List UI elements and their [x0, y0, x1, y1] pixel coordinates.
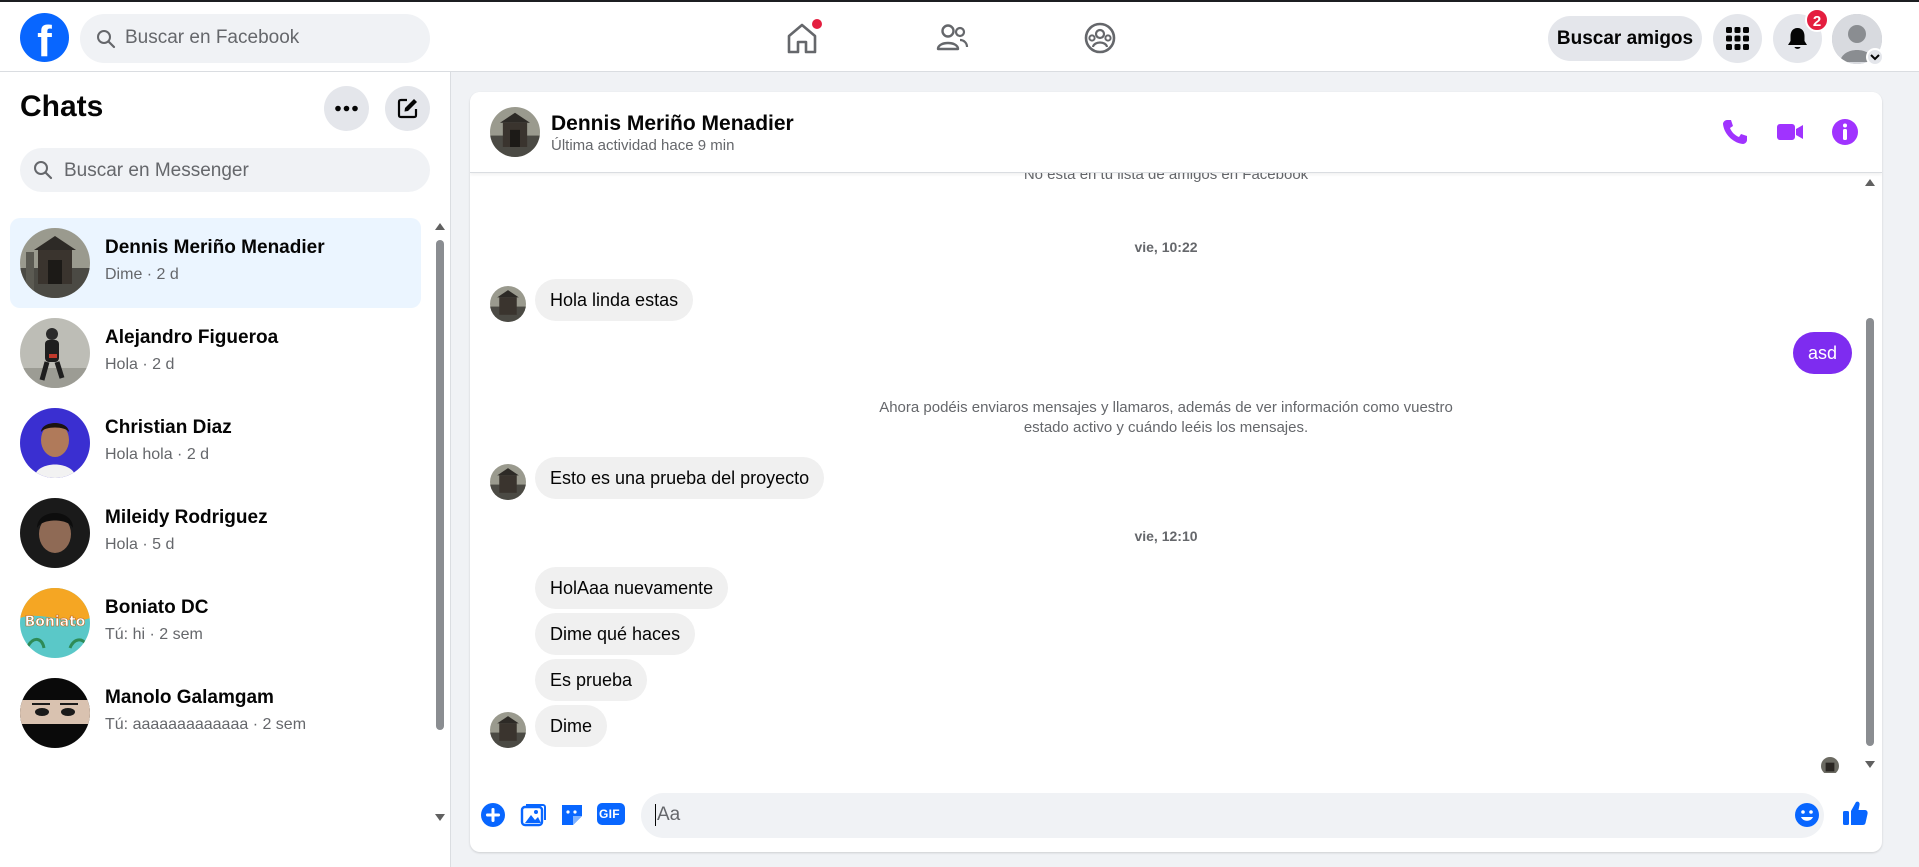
messenger-search-input[interactable]: Buscar en Messenger — [20, 148, 430, 192]
chat-item-dennis[interactable]: Dennis Meriño Menadier Dime · 2 d — [10, 218, 421, 308]
chat-name: Dennis Meriño Menadier — [105, 237, 325, 258]
chat-avatar — [20, 678, 90, 748]
incoming-message[interactable]: Dime qué haces — [535, 613, 696, 655]
gif-label: GIF — [599, 807, 620, 821]
chats-options-button[interactable] — [324, 86, 369, 131]
chat-item-manolo[interactable]: Manolo Galamgam Tú: aaaaaaaaaaaaa · 2 se… — [10, 668, 421, 758]
message-input[interactable]: Aa — [641, 793, 1824, 838]
notifications-badge: 2 — [1805, 8, 1829, 32]
chats-scrollbar[interactable] — [434, 222, 446, 822]
scroll-up-arrow-icon[interactable] — [435, 222, 445, 230]
search-icon — [97, 30, 116, 49]
top-navigation-bar: f Buscar en Facebook Buscar amigos 2 — [0, 0, 1919, 72]
chat-avatar — [20, 498, 90, 568]
image-icon[interactable] — [519, 801, 547, 829]
chat-preview: Tú: aaaaaaaaaaaaa · 2 sem — [105, 716, 307, 733]
contact-status: Última actividad hace 9 min — [551, 137, 735, 154]
conversation-panel: Dennis Meriño Menadier Última actividad … — [470, 92, 1882, 852]
incoming-message[interactable]: Hola linda estas — [535, 279, 694, 321]
chats-sidebar: Chats Buscar en Messenger Dennis Meriño … — [0, 72, 451, 867]
message-composer: GIF Aa — [470, 781, 1882, 852]
message-avatar — [490, 464, 526, 500]
read-receipt-avatar — [1821, 757, 1839, 773]
chat-name: Christian Diaz — [105, 417, 232, 438]
account-menu-chevron[interactable] — [1866, 48, 1884, 66]
video-icon[interactable] — [1775, 117, 1805, 147]
outgoing-message[interactable]: asd — [1793, 332, 1853, 374]
chat-avatar — [20, 408, 90, 478]
chat-avatar: Boniato — [20, 588, 90, 658]
chat-item-christian[interactable]: Christian Diaz Hola hola · 2 d — [10, 398, 421, 488]
message-avatar — [490, 712, 526, 748]
chat-name: Alejandro Figueroa — [105, 327, 279, 348]
groups-icon[interactable] — [1081, 19, 1119, 57]
search-icon — [34, 161, 53, 180]
incoming-message[interactable]: HolAaa nuevamente — [535, 567, 729, 609]
chat-preview: Hola hola · 2 d — [105, 446, 210, 463]
chat-name: Manolo Galamgam — [105, 687, 274, 708]
conversation-header: Dennis Meriño Menadier Última actividad … — [470, 92, 1882, 173]
contact-avatar[interactable] — [490, 107, 540, 157]
timestamp-divider: vie, 10:22 — [1134, 239, 1198, 255]
chats-title: Chats — [20, 90, 104, 123]
menu-button[interactable] — [1713, 14, 1762, 63]
chat-preview: Tú: hi · 2 sem — [105, 626, 203, 643]
timestamp-divider: vie, 12:10 — [1134, 528, 1198, 544]
messages-scrollbar-thumb[interactable] — [1866, 318, 1874, 746]
find-friends-button[interactable]: Buscar amigos — [1548, 16, 1702, 61]
chat-name: Mileidy Rodriguez — [105, 507, 268, 528]
boniato-logo-text: Boniato — [25, 614, 86, 630]
emoji-icon[interactable] — [1794, 802, 1820, 828]
menu-grid-icon — [1726, 27, 1749, 50]
phone-icon[interactable] — [1720, 117, 1750, 147]
scroll-up-arrow-icon[interactable] — [1865, 178, 1875, 186]
contact-name[interactable]: Dennis Meriño Menadier — [551, 112, 794, 136]
like-icon[interactable] — [1840, 798, 1870, 828]
facebook-search-input[interactable]: Buscar en Facebook — [80, 14, 430, 63]
incoming-message[interactable]: Esto es una prueba del proyecto — [535, 457, 825, 499]
chat-name: Boniato DC — [105, 597, 209, 618]
chat-preview: Hola · 5 d — [105, 536, 175, 553]
chat-item-alejandro[interactable]: Alejandro Figueroa Hola · 2 d — [10, 308, 421, 398]
plus-icon[interactable] — [479, 801, 507, 829]
chat-avatar — [20, 228, 90, 298]
chat-avatar — [20, 318, 90, 388]
compose-icon — [397, 98, 418, 119]
more-icon — [335, 105, 358, 112]
chat-item-boniato[interactable]: Boniato Boniato DC Tú: hi · 2 sem — [10, 578, 421, 668]
page-scrollbar[interactable] — [1902, 72, 1919, 867]
home-notification-dot — [812, 19, 822, 29]
chat-preview: Dime · 2 d — [105, 266, 179, 283]
incoming-message[interactable]: Dime — [535, 705, 608, 747]
facebook-search-placeholder: Buscar en Facebook — [125, 27, 300, 48]
info-icon[interactable] — [1830, 117, 1860, 147]
chat-preview: Hola · 2 d — [105, 356, 175, 373]
friend-status-notice: No está en tu lista de amigos en Faceboo… — [1023, 173, 1309, 183]
facebook-logo[interactable]: f — [20, 13, 69, 62]
bell-icon — [1788, 28, 1807, 49]
new-message-button[interactable] — [385, 86, 430, 131]
chevron-down-icon — [1870, 54, 1880, 61]
chats-scrollbar-thumb[interactable] — [436, 240, 444, 730]
messaging-enabled-notice: Ahora podéis enviaros mensajes y llamaro… — [879, 399, 1453, 436]
friends-icon[interactable] — [933, 19, 971, 57]
message-list: No está en tu lista de amigos en Faceboo… — [470, 173, 1882, 773]
incoming-message[interactable]: Es prueba — [535, 659, 648, 701]
scroll-down-arrow-icon[interactable] — [1865, 761, 1875, 769]
message-avatar — [490, 286, 526, 322]
message-input-placeholder: Aa — [655, 804, 681, 826]
scroll-down-arrow-icon[interactable] — [435, 814, 445, 822]
messenger-search-placeholder: Buscar en Messenger — [64, 160, 249, 181]
gif-button[interactable]: GIF — [596, 801, 626, 828]
sticker-icon[interactable] — [558, 801, 586, 829]
chat-item-mileidy[interactable]: Mileidy Rodriguez Hola · 5 d — [10, 488, 421, 578]
messages-scrollbar[interactable] — [1863, 173, 1877, 773]
